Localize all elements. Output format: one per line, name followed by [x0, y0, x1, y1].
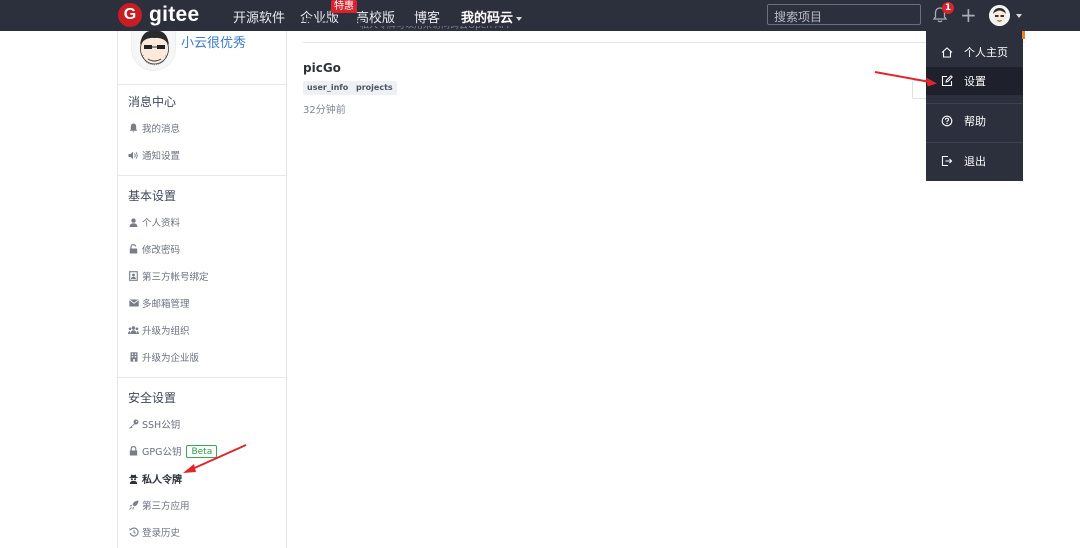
unlock-icon	[128, 244, 139, 255]
sidebar-item-label: 第三方帐号绑定	[142, 272, 209, 283]
rocket-icon	[128, 500, 139, 511]
beta-badge: Beta	[186, 444, 218, 458]
sidebar-item-third-party-apps[interactable]: 第三方应用	[128, 498, 190, 512]
dropdown-item-help[interactable]: 帮助	[926, 107, 1023, 135]
sidebar-item-label: GPG公钥	[142, 447, 182, 458]
sidebar-item-notification-settings[interactable]: 通知设置	[128, 148, 180, 162]
edit-icon	[941, 75, 953, 87]
sidebar-item-login-history[interactable]: 登录历史	[128, 525, 180, 539]
user-icon	[128, 217, 139, 228]
token-scope-tag: user_info	[303, 81, 353, 95]
building-icon	[128, 352, 139, 363]
sidebar-item-label: 第三方应用	[142, 501, 190, 512]
divider	[926, 103, 1023, 104]
sidebar-item-change-password[interactable]: 修改密码	[128, 242, 180, 256]
logout-icon	[941, 155, 953, 167]
sidebar-item-label: 通知设置	[142, 151, 181, 162]
sidebar-item-private-tokens[interactable]: 私人令牌	[128, 471, 182, 486]
dropdown-item-label: 退出	[964, 155, 986, 168]
dropdown-item-label: 设置	[964, 75, 986, 88]
sidebar-item-label: SSH公钥	[142, 420, 181, 431]
gitee-logo-text: gitee	[149, 3, 200, 26]
edge-indicator	[1022, 31, 1025, 39]
notification-count-badge: 1	[942, 2, 954, 14]
divider	[303, 42, 1025, 43]
page-title: 私人令牌	[303, 18, 364, 27]
profile-username[interactable]: 小云很优秀	[181, 32, 246, 51]
sidebar-item-profile[interactable]: 个人资料	[128, 215, 180, 229]
profile-face-icon	[132, 31, 175, 70]
history-icon	[128, 527, 139, 538]
divider	[118, 377, 286, 378]
key-icon	[128, 419, 139, 430]
user-avatar[interactable]	[989, 5, 1010, 26]
section-title-security: 安全设置	[128, 391, 177, 405]
token-name: picGo	[303, 61, 341, 75]
sidebar-item-email-management[interactable]: 多邮箱管理	[128, 296, 190, 310]
profile-avatar[interactable]	[131, 31, 176, 71]
nav-blog[interactable]: 博客	[414, 7, 440, 26]
sidebar-item-label: 我的消息	[142, 124, 181, 135]
dropdown-item-settings[interactable]: 设置	[926, 67, 1023, 95]
settings-sidebar: 小云很优秀 消息中心 我的消息 通知设置 基本设置 个人资料 修改密码 第三方帐…	[117, 31, 287, 548]
dropdown-item-homepage[interactable]: 个人主页	[926, 38, 1023, 66]
section-title-basic: 基本设置	[128, 189, 177, 203]
divider	[926, 142, 1023, 143]
divider	[118, 175, 286, 176]
create-new-plus-icon[interactable]: +	[960, 5, 977, 25]
sidebar-item-label: 修改密码	[142, 245, 181, 256]
enterprise-promo-badge: 特惠	[331, 0, 357, 13]
nav-my-gitee[interactable]: 我的码云	[461, 7, 523, 26]
search-input[interactable]: 搜索项目	[767, 4, 921, 25]
sidebar-item-ssh-keys[interactable]: SSH公钥	[128, 417, 180, 431]
help-icon	[941, 115, 953, 127]
token-scope-tag: projects	[352, 81, 397, 95]
nav-my-gitee-label: 我的码云	[461, 11, 514, 26]
volume-icon	[128, 150, 139, 161]
badge-icon	[128, 271, 139, 282]
bell-icon	[128, 123, 139, 134]
section-title-messages: 消息中心	[128, 95, 177, 109]
sidebar-item-label: 多邮箱管理	[142, 299, 190, 310]
sidebar-item-upgrade-enterprise[interactable]: 升级为企业版	[128, 350, 199, 364]
dropdown-item-label: 帮助	[964, 115, 986, 128]
sidebar-item-label: 个人资料	[142, 218, 181, 229]
dropdown-item-logout[interactable]: 退出	[926, 147, 1023, 175]
home-icon	[941, 46, 953, 58]
avatar-face-icon	[989, 5, 1010, 26]
divider	[118, 84, 286, 85]
envelope-icon	[128, 298, 139, 309]
page-subtitle: 私人令牌可以用来访问码云Open API	[360, 26, 510, 31]
sidebar-item-label: 私人令牌	[142, 475, 182, 486]
top-navbar: G gitee 开源软件 企业版 特惠 高校版 博客 我的码云 搜索项目 1 +	[0, 0, 1080, 31]
avatar-chevron-down-icon[interactable]	[1016, 14, 1022, 18]
sidebar-item-my-messages[interactable]: 我的消息	[128, 121, 180, 135]
gitee-logo-icon: G	[118, 3, 142, 27]
sidebar-item-upgrade-org[interactable]: 升级为组织	[128, 323, 190, 337]
lock-icon	[128, 446, 139, 457]
sidebar-item-label: 升级为组织	[142, 326, 190, 337]
spy-icon	[128, 473, 139, 484]
dropdown-item-label: 个人主页	[964, 46, 1008, 59]
user-dropdown-menu: 个人主页 设置 帮助 退出	[926, 31, 1023, 181]
token-created-time: 32分钟前	[303, 105, 346, 116]
sidebar-item-third-party-binding[interactable]: 第三方帐号绑定	[128, 269, 209, 283]
nav-open-source[interactable]: 开源软件	[233, 7, 285, 26]
sidebar-item-label: 登录历史	[142, 528, 181, 539]
gitee-logo[interactable]: G gitee	[118, 3, 200, 27]
sidebar-item-label: 升级为企业版	[142, 353, 200, 364]
users-icon	[128, 325, 139, 336]
sidebar-item-gpg-keys[interactable]: GPG公钥 Beta	[128, 444, 218, 458]
chevron-down-icon	[516, 16, 523, 21]
